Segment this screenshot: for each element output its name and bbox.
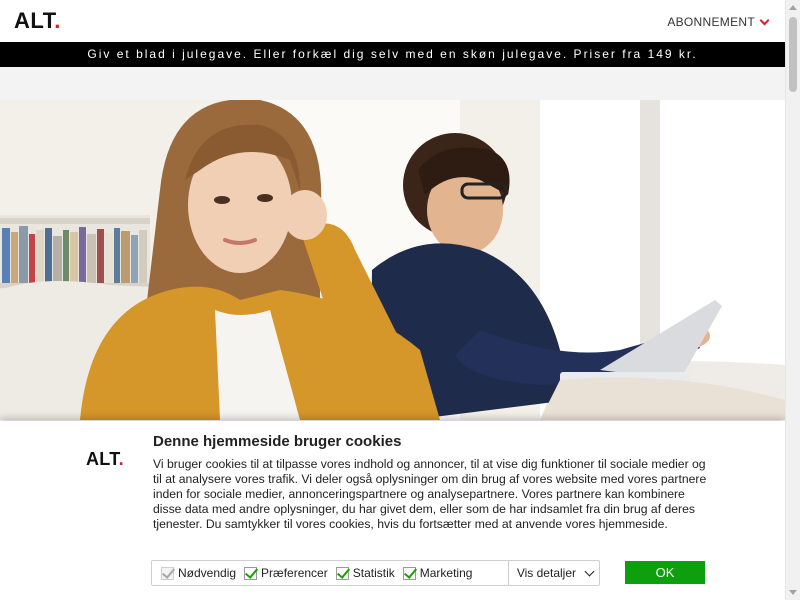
- promo-banner[interactable]: Giv et blad i julegave. Eller forkæl dig…: [0, 42, 785, 67]
- checkbox-necessary[interactable]: [161, 566, 174, 580]
- site-logo[interactable]: ALT.: [14, 8, 61, 34]
- cookie-banner: ALT. Denne hjemmeside bruger cookies Vi …: [0, 421, 785, 600]
- promo-text: Giv et blad i julegave. Eller forkæl dig…: [87, 47, 698, 61]
- checkbox-preferences[interactable]: [244, 566, 258, 580]
- scroll-down-arrow-icon[interactable]: [789, 590, 797, 595]
- option-preferences-label: Præferencer: [261, 566, 328, 580]
- option-statistics[interactable]: Statistik: [328, 561, 395, 585]
- option-marketing[interactable]: Marketing: [395, 561, 473, 585]
- cookie-options-bar: Nødvendig Præferencer Statistik Marketin…: [151, 560, 600, 586]
- option-marketing-label: Marketing: [419, 566, 473, 580]
- header-spacer: [0, 67, 785, 100]
- page: ALT. ABONNEMENT Giv et blad i julegave. …: [0, 0, 800, 600]
- hero-image: [0, 100, 785, 420]
- subscribe-link[interactable]: ABONNEMENT: [667, 15, 770, 29]
- chevron-down-icon: [584, 566, 595, 576]
- checkbox-marketing[interactable]: [402, 566, 416, 580]
- scroll-up-arrow-icon[interactable]: [789, 5, 797, 10]
- checkbox-statistics[interactable]: [335, 566, 349, 580]
- show-details-label: Vis detaljer: [516, 566, 576, 580]
- cookie-banner-text: Vi bruger cookies til at tilpasse vores …: [153, 457, 707, 531]
- option-necessary[interactable]: Nødvendig: [152, 561, 236, 585]
- cookie-banner-logo: ALT.: [86, 449, 124, 469]
- cookie-banner-title: Denne hjemmeside bruger cookies: [153, 433, 402, 450]
- option-necessary-label: Nødvendig: [178, 566, 237, 580]
- ok-button[interactable]: OK: [625, 561, 705, 584]
- subscribe-label: ABONNEMENT: [667, 15, 755, 29]
- show-details-dropdown[interactable]: Vis detaljer: [507, 561, 599, 585]
- chevron-down-icon: [759, 15, 770, 25]
- option-statistics-label: Statistik: [352, 566, 395, 580]
- site-header: ALT. ABONNEMENT: [0, 0, 785, 42]
- scrollbar-thumb[interactable]: [789, 17, 797, 92]
- option-preferences[interactable]: Præferencer: [236, 561, 328, 585]
- vertical-scrollbar[interactable]: [785, 0, 800, 600]
